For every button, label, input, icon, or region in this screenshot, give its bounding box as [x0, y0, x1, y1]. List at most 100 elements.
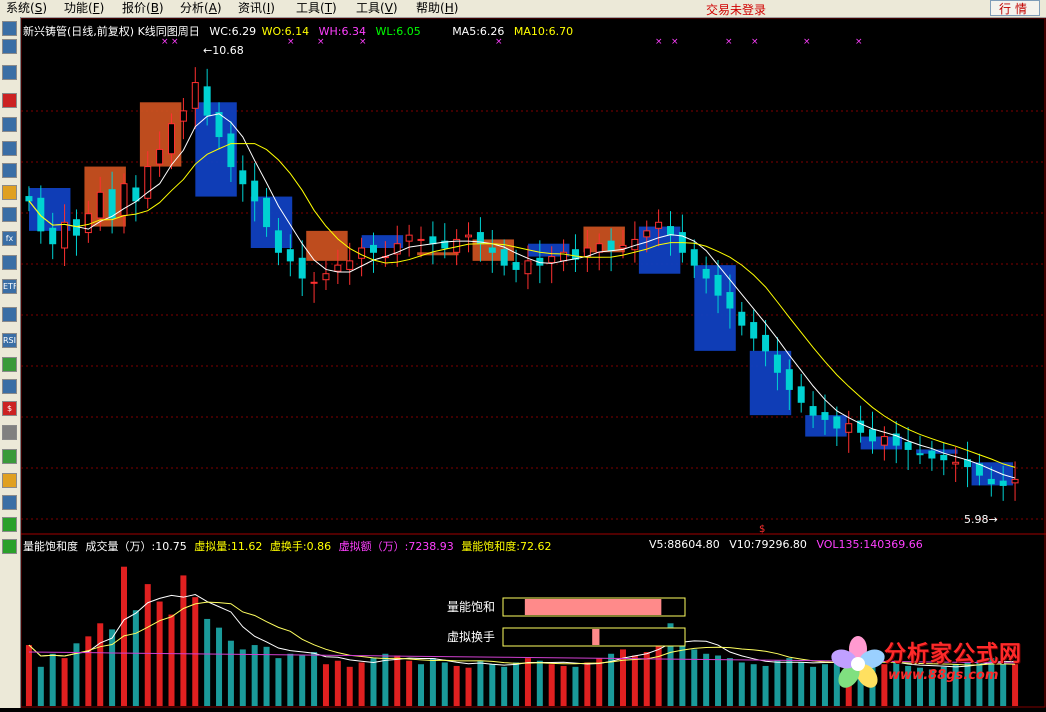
- volume-bar: [61, 658, 68, 706]
- volume-bar: [418, 664, 425, 706]
- menu-item-label: 分析(: [180, 1, 209, 15]
- refresh-icon[interactable]: [2, 357, 17, 372]
- export-icon[interactable]: [2, 449, 17, 464]
- chart-area[interactable]: × × × × × × × × × × × × ←10.68 5.98→ $ 量能饱和 虚拟换手 新兴铸管(日线…: [20, 17, 1046, 708]
- volume-bar: [786, 658, 793, 706]
- menu-item-4[interactable]: 资讯(I): [238, 1, 275, 16]
- candle-body: [821, 412, 829, 420]
- stock-name: 新兴铸管(日线,前复权): [23, 25, 135, 38]
- candle-body: [690, 249, 698, 266]
- volume-bar: [715, 655, 722, 706]
- wrench-icon[interactable]: [2, 425, 17, 440]
- page-icon[interactable]: [2, 163, 17, 178]
- volume-bar: [489, 664, 496, 706]
- menu-item-1[interactable]: 功能(F): [64, 1, 104, 16]
- menu-item-0[interactable]: 系统(S): [6, 1, 47, 16]
- volume-bar: [406, 660, 413, 706]
- volume-bar: [263, 646, 270, 706]
- table-icon[interactable]: [2, 141, 17, 156]
- volume-bar: [216, 627, 223, 706]
- grid-icon[interactable]: [2, 379, 17, 394]
- menu-item-paren: ): [42, 1, 47, 15]
- candle-body: [738, 311, 746, 326]
- volume-bar: [643, 652, 650, 706]
- menu-item-7[interactable]: 帮助(H): [416, 1, 458, 16]
- volume-bar: [750, 664, 757, 706]
- candle-body: [417, 238, 425, 241]
- candle-body: [429, 236, 437, 245]
- arrow-up-icon[interactable]: [2, 517, 17, 532]
- wl-value: WL:6.05: [375, 25, 421, 38]
- candle-body: [928, 450, 936, 459]
- candle-body: [346, 260, 354, 270]
- saturation-gauge-label: 量能饱和: [447, 599, 495, 614]
- candle-body: [263, 197, 271, 228]
- menu-item-hotkey: T: [324, 1, 333, 15]
- candle-body: [120, 183, 128, 216]
- volume-bar: [25, 645, 32, 706]
- candle-body: [607, 240, 615, 252]
- candle-body: [96, 191, 104, 219]
- volume-header: V5:88604.80 V10:79296.80 VOL135:140369.6…: [649, 538, 929, 551]
- users-icon[interactable]: [2, 207, 17, 222]
- etf-icon[interactable]: ETF: [2, 279, 17, 294]
- menu-item-2[interactable]: 报价(B): [122, 1, 164, 16]
- line-chart-icon[interactable]: [2, 65, 17, 80]
- volume-bar: [109, 629, 116, 706]
- wo-value: WO:6.14: [261, 25, 310, 38]
- menu-item-paren: ): [453, 1, 459, 15]
- volume-bar: [738, 662, 745, 706]
- formula-icon[interactable]: fx: [2, 231, 17, 246]
- arrow-down-icon[interactable]: [2, 539, 17, 554]
- dollar-icon[interactable]: $: [2, 401, 17, 416]
- top-marker-x: ×: [855, 37, 863, 47]
- rsi-icon[interactable]: RSI: [2, 333, 17, 348]
- menu-item-6[interactable]: 工具(V): [356, 1, 398, 16]
- low-price-label: 5.98→: [964, 513, 998, 526]
- ma5-line: [28, 113, 1016, 479]
- candle-body: [595, 243, 603, 253]
- weekly-box: [749, 350, 792, 416]
- quote-button[interactable]: 行情: [990, 0, 1040, 16]
- menu-item-paren: ): [216, 1, 222, 15]
- weekly-box: [250, 196, 293, 248]
- top-marker-x: ×: [751, 37, 759, 47]
- chart-canvas[interactable]: × × × × × × × × × × × ×←10.685.98→$量能饱和虚拟换手: [20, 17, 1046, 708]
- top-marker-x: ×: [671, 37, 679, 47]
- split-window-icon[interactable]: [2, 39, 17, 54]
- menu-item-label: 功能(: [64, 1, 93, 15]
- indicator-header: 量能饱和度 成交量（万）:10.75 虚拟量:11.62 虚换手:0.86 虚拟…: [23, 538, 556, 554]
- menu-item-paren: ): [99, 1, 105, 15]
- menu-item-label: 报价(: [122, 1, 151, 15]
- candle-body: [940, 454, 948, 461]
- virtual-amount-value: 虚拟额（万）:7238.93: [338, 540, 454, 553]
- volume-bar: [358, 662, 365, 706]
- kline-icon[interactable]: [2, 93, 17, 108]
- candle-body: [726, 292, 734, 309]
- mail-icon[interactable]: [2, 185, 17, 200]
- volume-bar: [97, 623, 104, 706]
- wave-icon[interactable]: [2, 307, 17, 322]
- ma5-value: MA5:6.26: [452, 25, 505, 38]
- trade-status[interactable]: 交易未登录: [706, 1, 766, 18]
- volume-bar: [192, 597, 199, 706]
- menu-item-5[interactable]: 工具(T): [296, 1, 337, 16]
- candle-body: [999, 480, 1007, 486]
- candle-body: [524, 260, 532, 275]
- vol135-value: VOL135:140369.66: [816, 538, 923, 551]
- volume-bar: [382, 653, 389, 706]
- candle-body: [168, 123, 176, 155]
- pencil-icon[interactable]: [2, 473, 17, 488]
- move-icon[interactable]: [2, 495, 17, 510]
- virtual-vol-value: 虚拟量:11.62: [194, 540, 263, 553]
- volume-bar: [691, 649, 698, 706]
- candle-body: [667, 226, 675, 236]
- watermark-url: www.88gs.com: [888, 668, 999, 683]
- candle-body: [785, 369, 793, 390]
- menu-item-paren: ): [392, 1, 398, 15]
- magnifier-icon[interactable]: [2, 255, 17, 270]
- candle-body: [108, 189, 116, 219]
- list-icon[interactable]: [2, 21, 17, 36]
- menu-item-3[interactable]: 分析(A): [180, 1, 222, 16]
- notes-icon[interactable]: [2, 117, 17, 132]
